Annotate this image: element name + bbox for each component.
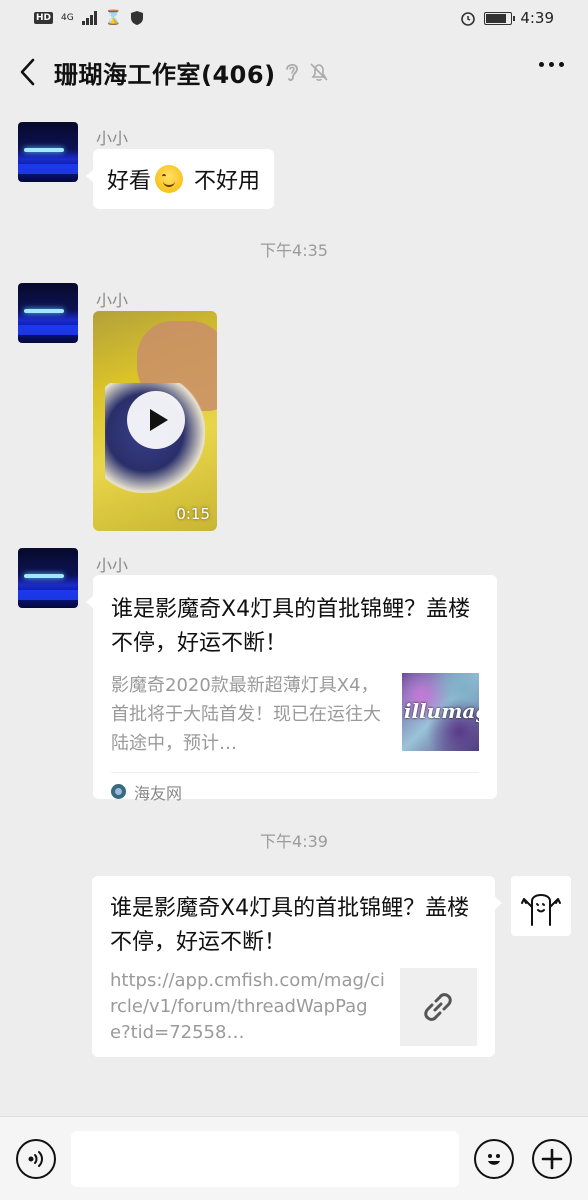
sender-name: 小小: [96, 291, 129, 310]
status-time: 4:39: [520, 9, 554, 27]
hd-indicator: HD: [34, 12, 54, 24]
back-icon: [20, 58, 35, 86]
video-duration: 0:15: [176, 505, 210, 523]
shield-icon: [131, 11, 144, 25]
text-message[interactable]: 好看 不好用: [85, 149, 275, 209]
sender-name: 小小: [96, 129, 129, 148]
avatar[interactable]: [18, 283, 78, 343]
chat-header: 珊瑚海工作室(406): [0, 40, 588, 104]
avatar[interactable]: [18, 548, 78, 608]
emoji-icon: [488, 1154, 500, 1165]
mute-bell-icon: [309, 63, 328, 81]
plus-icon: [541, 1148, 563, 1170]
article-card[interactable]: 谁是影魔奇X4灯具的首批锦鲤？盖楼不停，好运不断！ 影魔奇2020款最新超薄灯具…: [86, 575, 497, 803]
thumbnail-logo-text: illumag: [403, 699, 479, 723]
message-text-after: 不好用: [187, 169, 261, 194]
message-input[interactable]: [71, 1131, 459, 1187]
voice-icon: [28, 1151, 43, 1167]
chat-title: 珊瑚海工作室(406): [54, 60, 276, 89]
ear-icon: [285, 63, 298, 81]
link-thumbnail: [399, 968, 477, 1046]
avatar[interactable]: [18, 122, 78, 182]
alarm-icon: [461, 12, 476, 26]
card-description: 影魔奇2020款最新超薄灯具X4，首批将于大陆首发！现已在运往大陆途中，预计…: [111, 675, 381, 754]
plus-button[interactable]: [532, 1139, 572, 1179]
card-body: 影魔奇2020款最新超薄灯具X4，首批将于大陆首发！现已在运往大陆途中，预计… …: [111, 671, 479, 758]
status-bar: HD 4G ⌛ 4:39: [0, 0, 588, 36]
sender-name: 小小: [96, 556, 129, 575]
card-title: 谁是影魔奇X4灯具的首批锦鲤？盖楼不停，好运不断！: [111, 597, 471, 656]
link-message[interactable]: 谁是影魔奇X4灯具的首批锦鲤？盖楼不停，好运不断！ https://app.cm…: [92, 876, 502, 1057]
timestamp: 下午4:39: [260, 832, 328, 851]
timestamp: 下午4:35: [260, 241, 328, 260]
battery-icon: [484, 11, 516, 25]
link-body: https://app.cmfish.com/mag/circle/v1/for…: [110, 968, 477, 1046]
back-button[interactable]: [0, 40, 54, 104]
network-type: 4G: [61, 13, 74, 23]
status-right: 4:39: [460, 9, 554, 27]
link-title: 谁是影魔奇X4灯具的首批锦鲤？盖楼不停，好运不断！: [110, 896, 470, 955]
card-thumbnail: illumag: [401, 673, 479, 751]
status-left: HD 4G ⌛: [34, 10, 144, 26]
smile-emoji-icon: [155, 165, 184, 193]
source-logo-icon: [111, 784, 126, 799]
link-icon: [424, 993, 453, 1021]
message-text: 好看: [107, 169, 152, 194]
link-url: https://app.cmfish.com/mag/circle/v1/for…: [110, 970, 385, 1043]
chat-status-icons: [284, 61, 330, 83]
play-icon[interactable]: [127, 391, 185, 449]
input-bar: [0, 1116, 588, 1200]
source-name: 海友网: [134, 783, 183, 803]
emoji-button[interactable]: [474, 1139, 514, 1179]
more-button[interactable]: [539, 62, 564, 67]
ghost-avatar-icon: [521, 894, 561, 926]
voice-button[interactable]: [16, 1139, 56, 1179]
signal-icon: [81, 11, 97, 25]
self-avatar[interactable]: [511, 876, 571, 936]
hourglass-icon: ⌛: [104, 10, 123, 26]
card-source: 海友网: [111, 772, 479, 810]
video-message[interactable]: 0:15: [93, 311, 217, 531]
